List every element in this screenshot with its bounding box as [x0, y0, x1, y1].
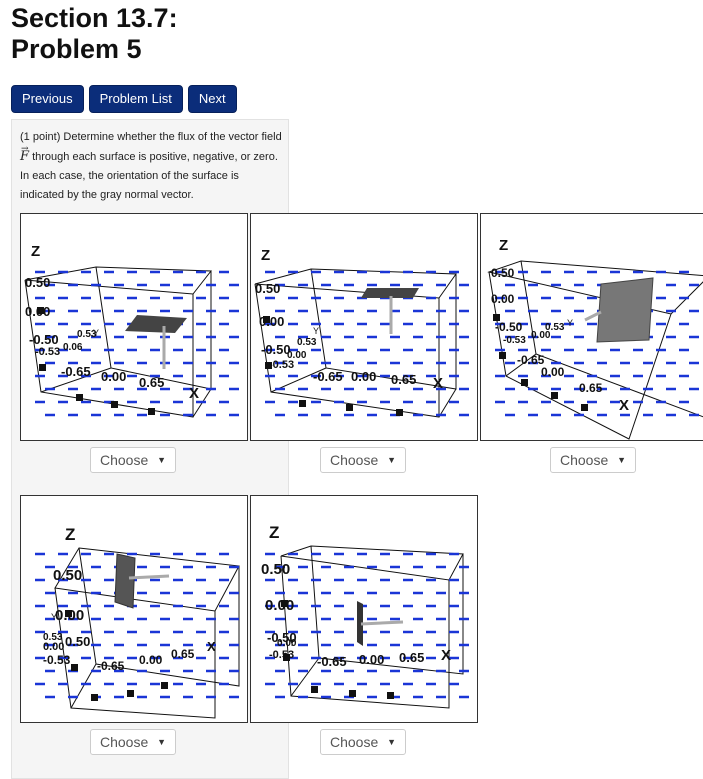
- x-axis-label: X: [189, 385, 199, 402]
- z-tick-mid: 0.00: [491, 292, 515, 306]
- caret-down-icon: ▼: [617, 455, 626, 465]
- caret-down-icon: ▼: [157, 455, 166, 465]
- z-tick-bottom: 0.50: [65, 634, 90, 649]
- z-tick-top: 0.50: [491, 266, 515, 280]
- x-tick-max: 0.65: [171, 647, 195, 661]
- y-tick-mid: 0.00: [43, 641, 64, 653]
- x-tick-mid: 0.00: [139, 653, 163, 667]
- x-tick-mid: 0.00: [351, 369, 376, 384]
- z-axis-label: Z: [269, 523, 279, 542]
- problem-line-2: → F through each surface is positive, neg…: [20, 144, 288, 167]
- y-tick-mid: 0.00: [287, 350, 307, 361]
- caret-down-icon: ▼: [157, 737, 166, 747]
- vector-f-symbol: → F: [20, 144, 29, 164]
- answer-select-4[interactable]: Choose ▼: [90, 729, 176, 755]
- problem-line-4: indicated by the gray normal vector.: [20, 189, 194, 201]
- y-tick-min: -0.53: [43, 653, 71, 667]
- x-tick-mid: 0.00: [541, 365, 565, 379]
- previous-button[interactable]: Previous: [11, 85, 84, 113]
- x-axis-label: X: [207, 639, 216, 654]
- problem-line-3: In each case, the orientation of the sur…: [20, 170, 239, 182]
- caret-down-icon: ▼: [387, 737, 396, 747]
- x-tick-mid: 0.00: [101, 369, 126, 384]
- select-value: Choose: [330, 452, 379, 468]
- z-axis-label: Z: [65, 525, 75, 544]
- figure-2-plot: Z X Y 0.50 0.00 -0.50 -0.53 0.00 0.53 -0…: [254, 247, 469, 418]
- z-tick-mid: 0.00: [25, 304, 50, 319]
- surface-figure-1[interactable]: Z X Y 0.50 0.00 -0.50 -0.53 0.06 0.53 -0…: [20, 213, 248, 441]
- select-value: Choose: [560, 452, 609, 468]
- x-tick-mid: 0.00: [359, 652, 384, 667]
- z-tick-top: 0.50: [25, 275, 50, 290]
- answer-select-3[interactable]: Choose ▼: [550, 447, 636, 473]
- answer-select-5[interactable]: Choose ▼: [320, 729, 406, 755]
- y-tick-min: -0.53: [503, 335, 526, 346]
- z-tick-bottom: -0.50: [495, 320, 523, 334]
- problem-line-1: (1 point) Determine whether the flux of …: [20, 131, 282, 143]
- problem-text: (1 point) Determine whether the flux of …: [20, 128, 288, 205]
- select-value: Choose: [330, 734, 379, 750]
- z-axis-label: Z: [499, 237, 508, 254]
- y-tick-min: -0.53: [35, 346, 60, 358]
- select-value: Choose: [100, 452, 149, 468]
- vector-arrow-icon: →: [21, 144, 29, 154]
- surface-figure-2[interactable]: Z X Y 0.50 0.00 -0.50 -0.53 0.00 0.53 -0…: [250, 213, 478, 441]
- x-tick-min: -0.65: [61, 364, 91, 379]
- x-tick-max: 0.65: [399, 650, 424, 665]
- z-tick-mid: 0.00: [55, 607, 84, 624]
- page-title: Section 13.7: Problem 5: [11, 3, 178, 64]
- y-tick-max: 0.53: [77, 329, 97, 340]
- x-tick-max: 0.65: [139, 375, 164, 390]
- caret-down-icon: ▼: [387, 455, 396, 465]
- x-axis-label: X: [619, 397, 629, 414]
- z-tick-mid: 0.00: [259, 314, 284, 329]
- figure-5-plot: Z X Y 0.50 0.00 -0.50 0.00 -0.53 -0.65 0…: [261, 523, 469, 709]
- x-tick-min: -0.65: [313, 369, 343, 384]
- x-axis-label: X: [441, 647, 451, 664]
- x-tick-max: 0.65: [391, 372, 416, 387]
- y-axis-label: Y: [313, 326, 319, 336]
- y-tick-max: 0.53: [297, 337, 317, 348]
- z-tick-top: 0.50: [53, 567, 82, 584]
- x-tick-min: -0.65: [97, 659, 125, 673]
- z-tick-top: 0.50: [261, 561, 290, 578]
- z-axis-label: Z: [31, 243, 40, 260]
- z-axis-label: Z: [261, 247, 270, 264]
- z-tick-top: 0.50: [255, 281, 280, 296]
- x-tick-min: -0.65: [317, 654, 347, 669]
- y-tick-min: -0.53: [269, 649, 294, 661]
- problem-list-button[interactable]: Problem List: [88, 85, 183, 113]
- surface-figure-5[interactable]: Z X Y 0.50 0.00 -0.50 0.00 -0.53 -0.65 0…: [250, 495, 478, 723]
- figure-4-plot: Z X Y 0.50 0.00 0.53 0.00 0.50 -0.53 -0.…: [35, 525, 240, 719]
- surface-figure-3[interactable]: Z X Y 0.50 0.00 -0.50 -0.53 0.00 0.53 -0…: [480, 213, 703, 441]
- z-tick-mid: 0.00: [265, 597, 294, 614]
- y-tick-mid: 0.00: [277, 638, 297, 649]
- surface-figure-4[interactable]: Z X Y 0.50 0.00 0.53 0.00 0.50 -0.53 -0.…: [20, 495, 248, 723]
- x-axis-label: X: [433, 375, 443, 392]
- figure-3-plot: Z X Y 0.50 0.00 -0.50 -0.53 0.00 0.53 -0…: [487, 237, 703, 440]
- problem-nav: Previous Problem List Next: [11, 85, 237, 113]
- y-tick-mid: 0.06: [63, 342, 83, 353]
- next-button[interactable]: Next: [187, 85, 237, 113]
- z-tick-bottom: -0.50: [29, 332, 59, 347]
- select-value: Choose: [100, 734, 149, 750]
- problem-line-2-text: through each surface is positive, negati…: [29, 151, 278, 163]
- figure-1-plot: Z X Y 0.50 0.00 -0.50 -0.53 0.06 0.53 -0…: [24, 243, 239, 418]
- answer-select-2[interactable]: Choose ▼: [320, 447, 406, 473]
- y-axis-label: Y: [567, 318, 573, 328]
- x-tick-max: 0.65: [579, 381, 603, 395]
- answer-select-1[interactable]: Choose ▼: [90, 447, 176, 473]
- y-tick-max: 0.53: [545, 322, 565, 333]
